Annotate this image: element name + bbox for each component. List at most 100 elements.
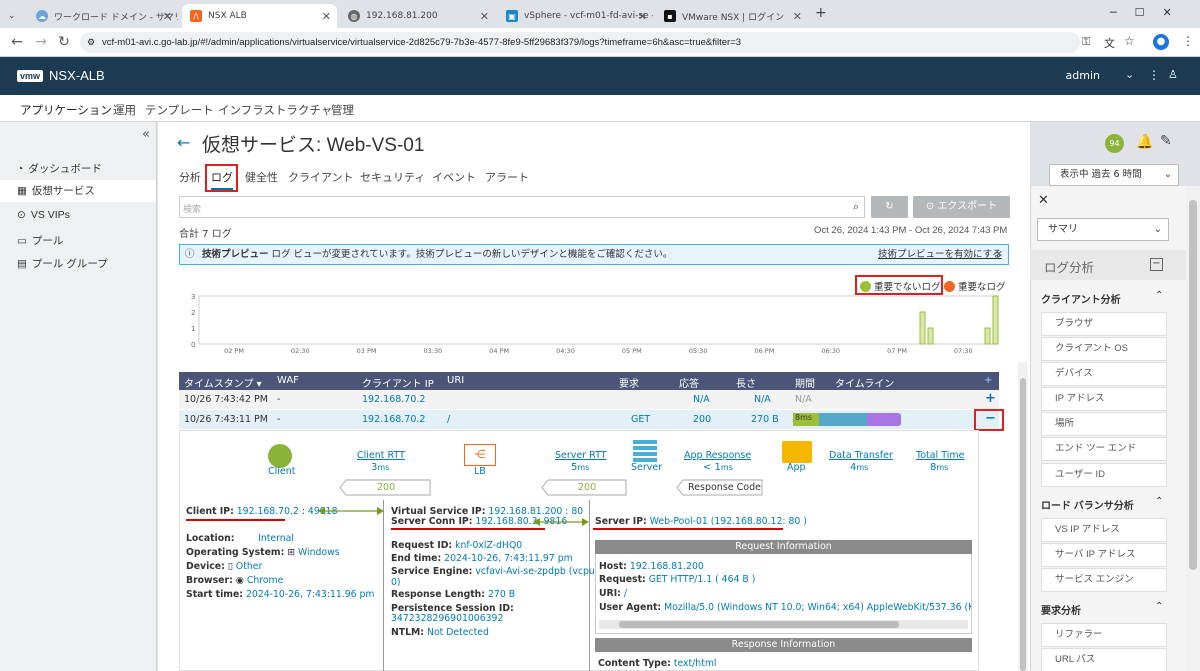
histogram-bar[interactable]: [992, 295, 999, 345]
profile-icon[interactable]: ●: [1153, 34, 1169, 50]
site-info-icon[interactable]: ⚙: [87, 32, 95, 53]
tab-list-button[interactable]: ⌄: [4, 4, 24, 28]
bell-icon[interactable]: 🔔: [1136, 134, 1153, 150]
new-tab-icon[interactable]: +: [815, 5, 827, 21]
nav-infrastructure[interactable]: インフラストラクチャ: [218, 102, 332, 118]
nav-operations[interactable]: 運用: [113, 102, 136, 118]
nav-applications[interactable]: アプリケーション: [20, 102, 112, 124]
col-duration[interactable]: 期間: [795, 375, 815, 390]
rp-item-end-to-end[interactable]: エンド ツー エンド: [1041, 437, 1167, 461]
close-icon[interactable]: ✕: [163, 10, 172, 23]
col-uri[interactable]: URI: [447, 375, 464, 386]
lb-analytics-header[interactable]: ロード バランサ分析: [1041, 497, 1134, 512]
rp-item-user-id[interactable]: ユーザー ID: [1041, 463, 1167, 487]
close-icon[interactable]: ✕: [322, 10, 331, 23]
col-length[interactable]: 長さ: [736, 375, 756, 390]
collapse-icon[interactable]: −: [1150, 258, 1163, 271]
close-icon[interactable]: ✕: [1038, 193, 1049, 208]
rp-item-location[interactable]: 場所: [1041, 412, 1167, 436]
col-timestamp[interactable]: タイムスタンプ ▾: [184, 375, 262, 390]
histogram-bar[interactable]: [919, 311, 926, 345]
col-client-ip[interactable]: クライアント IP: [362, 375, 434, 390]
rp-item-browser[interactable]: ブラウザ: [1041, 312, 1167, 336]
bookmark-star-icon[interactable]: ☆: [1124, 34, 1135, 48]
nav-templates[interactable]: テンプレート: [145, 102, 214, 118]
sidebar-item-pool-groups[interactable]: ▤ プール グループ: [17, 256, 108, 271]
close-icon[interactable]: ✕: [995, 245, 1003, 264]
rp-item-server-ip[interactable]: サーバ IP アドレス: [1041, 543, 1167, 567]
sidebar-item-virtual-services[interactable]: ▦ 仮想サービス: [0, 180, 156, 202]
tab-security[interactable]: セキュリティ: [360, 169, 425, 185]
horizontal-scrollbar[interactable]: [599, 620, 968, 629]
col-waf[interactable]: WAF: [277, 375, 299, 386]
chevron-down-icon[interactable]: ⌄: [1125, 68, 1134, 81]
request-analytics-header[interactable]: 要求分析: [1041, 602, 1081, 617]
legend-critical[interactable]: 重要なログ: [944, 279, 1006, 293]
window-controls[interactable]: ─☐✕: [1110, 6, 1190, 19]
more-menu-icon[interactable]: ⋮: [1148, 68, 1160, 82]
sidebar-item-pools[interactable]: ▭ プール: [17, 233, 63, 248]
export-button[interactable]: ⊙ エクスポート: [913, 196, 1010, 218]
scroll-thumb[interactable]: [1020, 378, 1026, 671]
chevron-up-icon[interactable]: ⌃: [1155, 290, 1163, 301]
table-row[interactable]: 10/26 7:43:42 PM - 192.168.70.2 N/A N/A …: [179, 390, 999, 409]
user-icon[interactable]: ♙: [1168, 68, 1178, 81]
rp-item-referer[interactable]: リファラー: [1041, 623, 1167, 647]
tab-events[interactable]: イベント: [432, 169, 476, 185]
table-row-expanded[interactable]: 10/26 7:43:11 PM - 192.168.70.2 / GET 20…: [179, 410, 999, 429]
col-timeline[interactable]: タイムライン: [835, 375, 894, 390]
rp-item-client-os[interactable]: クライアント OS: [1041, 337, 1167, 361]
forward-icon[interactable]: →: [32, 34, 50, 50]
rp-item-url-path[interactable]: URL パス: [1041, 648, 1167, 671]
key-icon[interactable]: ⚿: [1082, 35, 1090, 49]
edit-pencil-icon[interactable]: ✎: [1160, 133, 1172, 149]
browser-tab-workload[interactable]: ☁ ワークロード ドメイン - サマリ ✕: [28, 4, 178, 28]
scroll-thumb[interactable]: [1189, 200, 1197, 570]
tab-health[interactable]: 健全性: [245, 169, 278, 185]
expand-row-icon[interactable]: +: [985, 391, 996, 406]
refresh-button[interactable]: ↻: [871, 196, 908, 218]
rp-item-ip-address[interactable]: IP アドレス: [1041, 387, 1167, 411]
close-icon[interactable]: ✕: [480, 10, 489, 23]
translate-icon[interactable]: 文: [1104, 35, 1115, 51]
histogram-bar[interactable]: [984, 327, 991, 345]
back-arrow-icon[interactable]: ←: [177, 133, 190, 152]
url-input[interactable]: ⚙ vcf-m01-avi.c.go-lab.jp/#!/admin/appli…: [80, 32, 1080, 53]
main-scrollbar[interactable]: [1018, 362, 1028, 671]
tab-clients[interactable]: クライアント: [288, 169, 354, 185]
time-range-select[interactable]: 表示中 過去 6 時間 ⌄: [1049, 164, 1179, 186]
user-menu[interactable]: admin: [1066, 69, 1100, 82]
tab-alerts[interactable]: アラート: [485, 169, 529, 185]
browser-tab-ip[interactable]: ◍ 192.168.81.200 ✕: [340, 4, 495, 28]
chevron-up-icon[interactable]: ⌃: [1155, 601, 1163, 612]
collapse-sidebar-icon[interactable]: «: [142, 127, 150, 142]
close-icon[interactable]: ✕: [793, 10, 802, 23]
search-icon[interactable]: ⌕: [853, 200, 859, 214]
nav-admin[interactable]: 管理: [331, 102, 354, 118]
histogram-bar[interactable]: [927, 327, 934, 345]
legend-noncritical[interactable]: 重要でないログ: [860, 279, 941, 293]
expand-all-icon[interactable]: +: [984, 375, 992, 386]
back-icon[interactable]: ←: [8, 34, 26, 50]
col-response[interactable]: 応答: [679, 375, 699, 390]
right-scrollbar[interactable]: [1186, 186, 1200, 671]
browser-tab-vsphere[interactable]: ▣ vSphere - vcf-m01-fd-avi-se - S ✕: [498, 4, 653, 28]
rp-item-device[interactable]: デバイス: [1041, 362, 1167, 386]
menu-kebab-icon[interactable]: ⋮: [1182, 34, 1194, 48]
rp-item-service-engine[interactable]: サービス エンジン: [1041, 568, 1167, 592]
tab-analytics[interactable]: 分析: [179, 169, 201, 185]
rp-item-vs-ip[interactable]: VS IP アドレス: [1041, 518, 1167, 542]
browser-tab-nsx-alb[interactable]: /\ NSX ALB ✕: [182, 4, 337, 28]
reload-icon[interactable]: ↻: [55, 34, 73, 50]
sidebar-item-dashboard[interactable]: ◔ ダッシュボード: [17, 161, 102, 176]
close-icon[interactable]: ✕: [638, 10, 647, 23]
browser-tab-nsx[interactable]: ▪ VMware NSX | ログイン ✕: [656, 4, 808, 28]
scroll-thumb[interactable]: [619, 621, 899, 628]
search-input[interactable]: 検索 ⌕: [179, 196, 865, 218]
sidebar-item-vs-vips[interactable]: ⊙ VS VIPs: [17, 209, 70, 221]
col-request[interactable]: 要求: [619, 375, 639, 390]
health-score-badge[interactable]: 94: [1105, 134, 1124, 153]
chevron-up-icon[interactable]: ⌃: [1155, 496, 1163, 507]
client-analytics-header[interactable]: クライアント分析: [1041, 291, 1121, 306]
enable-preview-link[interactable]: 技術プレビューを有効にする: [878, 245, 1002, 264]
